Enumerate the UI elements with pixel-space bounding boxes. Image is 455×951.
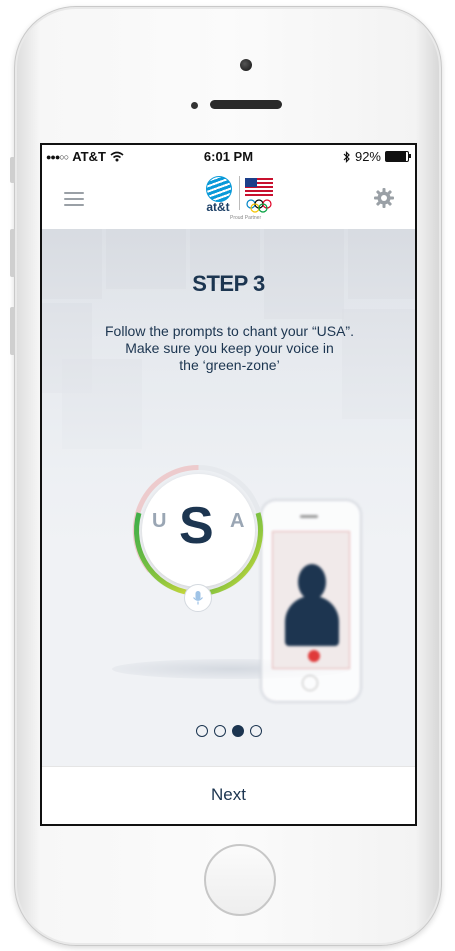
battery-group: 92% [343,149,411,164]
proximity-sensor [191,102,198,109]
gauge-letter-s: S [179,497,214,555]
earpiece-speaker [210,100,282,109]
page-dot[interactable] [213,725,226,737]
status-bar: ●●●○○ AT&T 6:01 PM 92% [42,145,415,167]
page-dot[interactable] [249,725,262,737]
tutorial-panel: STEP 3 Follow the prompts to chant your … [42,229,415,766]
page-indicator [42,725,415,737]
home-button[interactable] [204,844,276,916]
volume-up-button [10,229,15,277]
nav-bar: at&t Proud Partner [42,167,415,229]
illustration-home-button [302,675,318,691]
att-wordmark: at&t [206,200,230,214]
mute-switch [10,157,15,183]
gauge-face: U S A [142,474,255,587]
att-globe-icon [206,176,232,202]
proud-partner-text: Proud Partner [230,215,262,221]
instruction-line-3: the ‘green-zone’ [179,357,280,373]
bluetooth-icon [343,150,350,163]
user-silhouette-body [285,596,339,646]
illustration-speaker [300,515,318,518]
voice-level-gauge: U S A [126,458,271,612]
battery-fill [386,152,407,161]
instruction-line-1: Follow the prompts to chant your “USA”. [105,323,354,339]
battery-icon [385,151,411,162]
hamburger-menu-icon[interactable] [64,192,84,210]
app-screen: ●●●○○ AT&T 6:01 PM 92% at&t Proud Partne… [40,143,417,826]
microphone-icon [184,584,212,612]
microphone-glyph [193,591,203,605]
step-title: STEP 3 [192,271,265,296]
usa-flag-icon [245,178,273,196]
olympic-rings-icon [246,199,272,213]
user-silhouette-icon [298,564,326,600]
logo-divider [239,176,240,210]
footer-bar: Next [42,766,415,824]
instruction-line-2: Make sure you keep your voice in [125,340,334,356]
next-button[interactable]: Next [42,785,415,805]
battery-percent: 92% [354,149,381,164]
gauge-letter-a: A [230,510,245,532]
page-dot[interactable] [195,725,208,737]
att-olympic-logo: at&t Proud Partner [200,172,280,227]
front-camera [240,59,252,71]
page-dot[interactable] [231,725,244,737]
record-icon [308,650,320,662]
phone-illustration [260,499,362,703]
gauge-letter-u: U [152,510,167,532]
volume-down-button [10,307,15,355]
illustration-screen [272,531,350,669]
gear-icon[interactable] [373,187,395,209]
